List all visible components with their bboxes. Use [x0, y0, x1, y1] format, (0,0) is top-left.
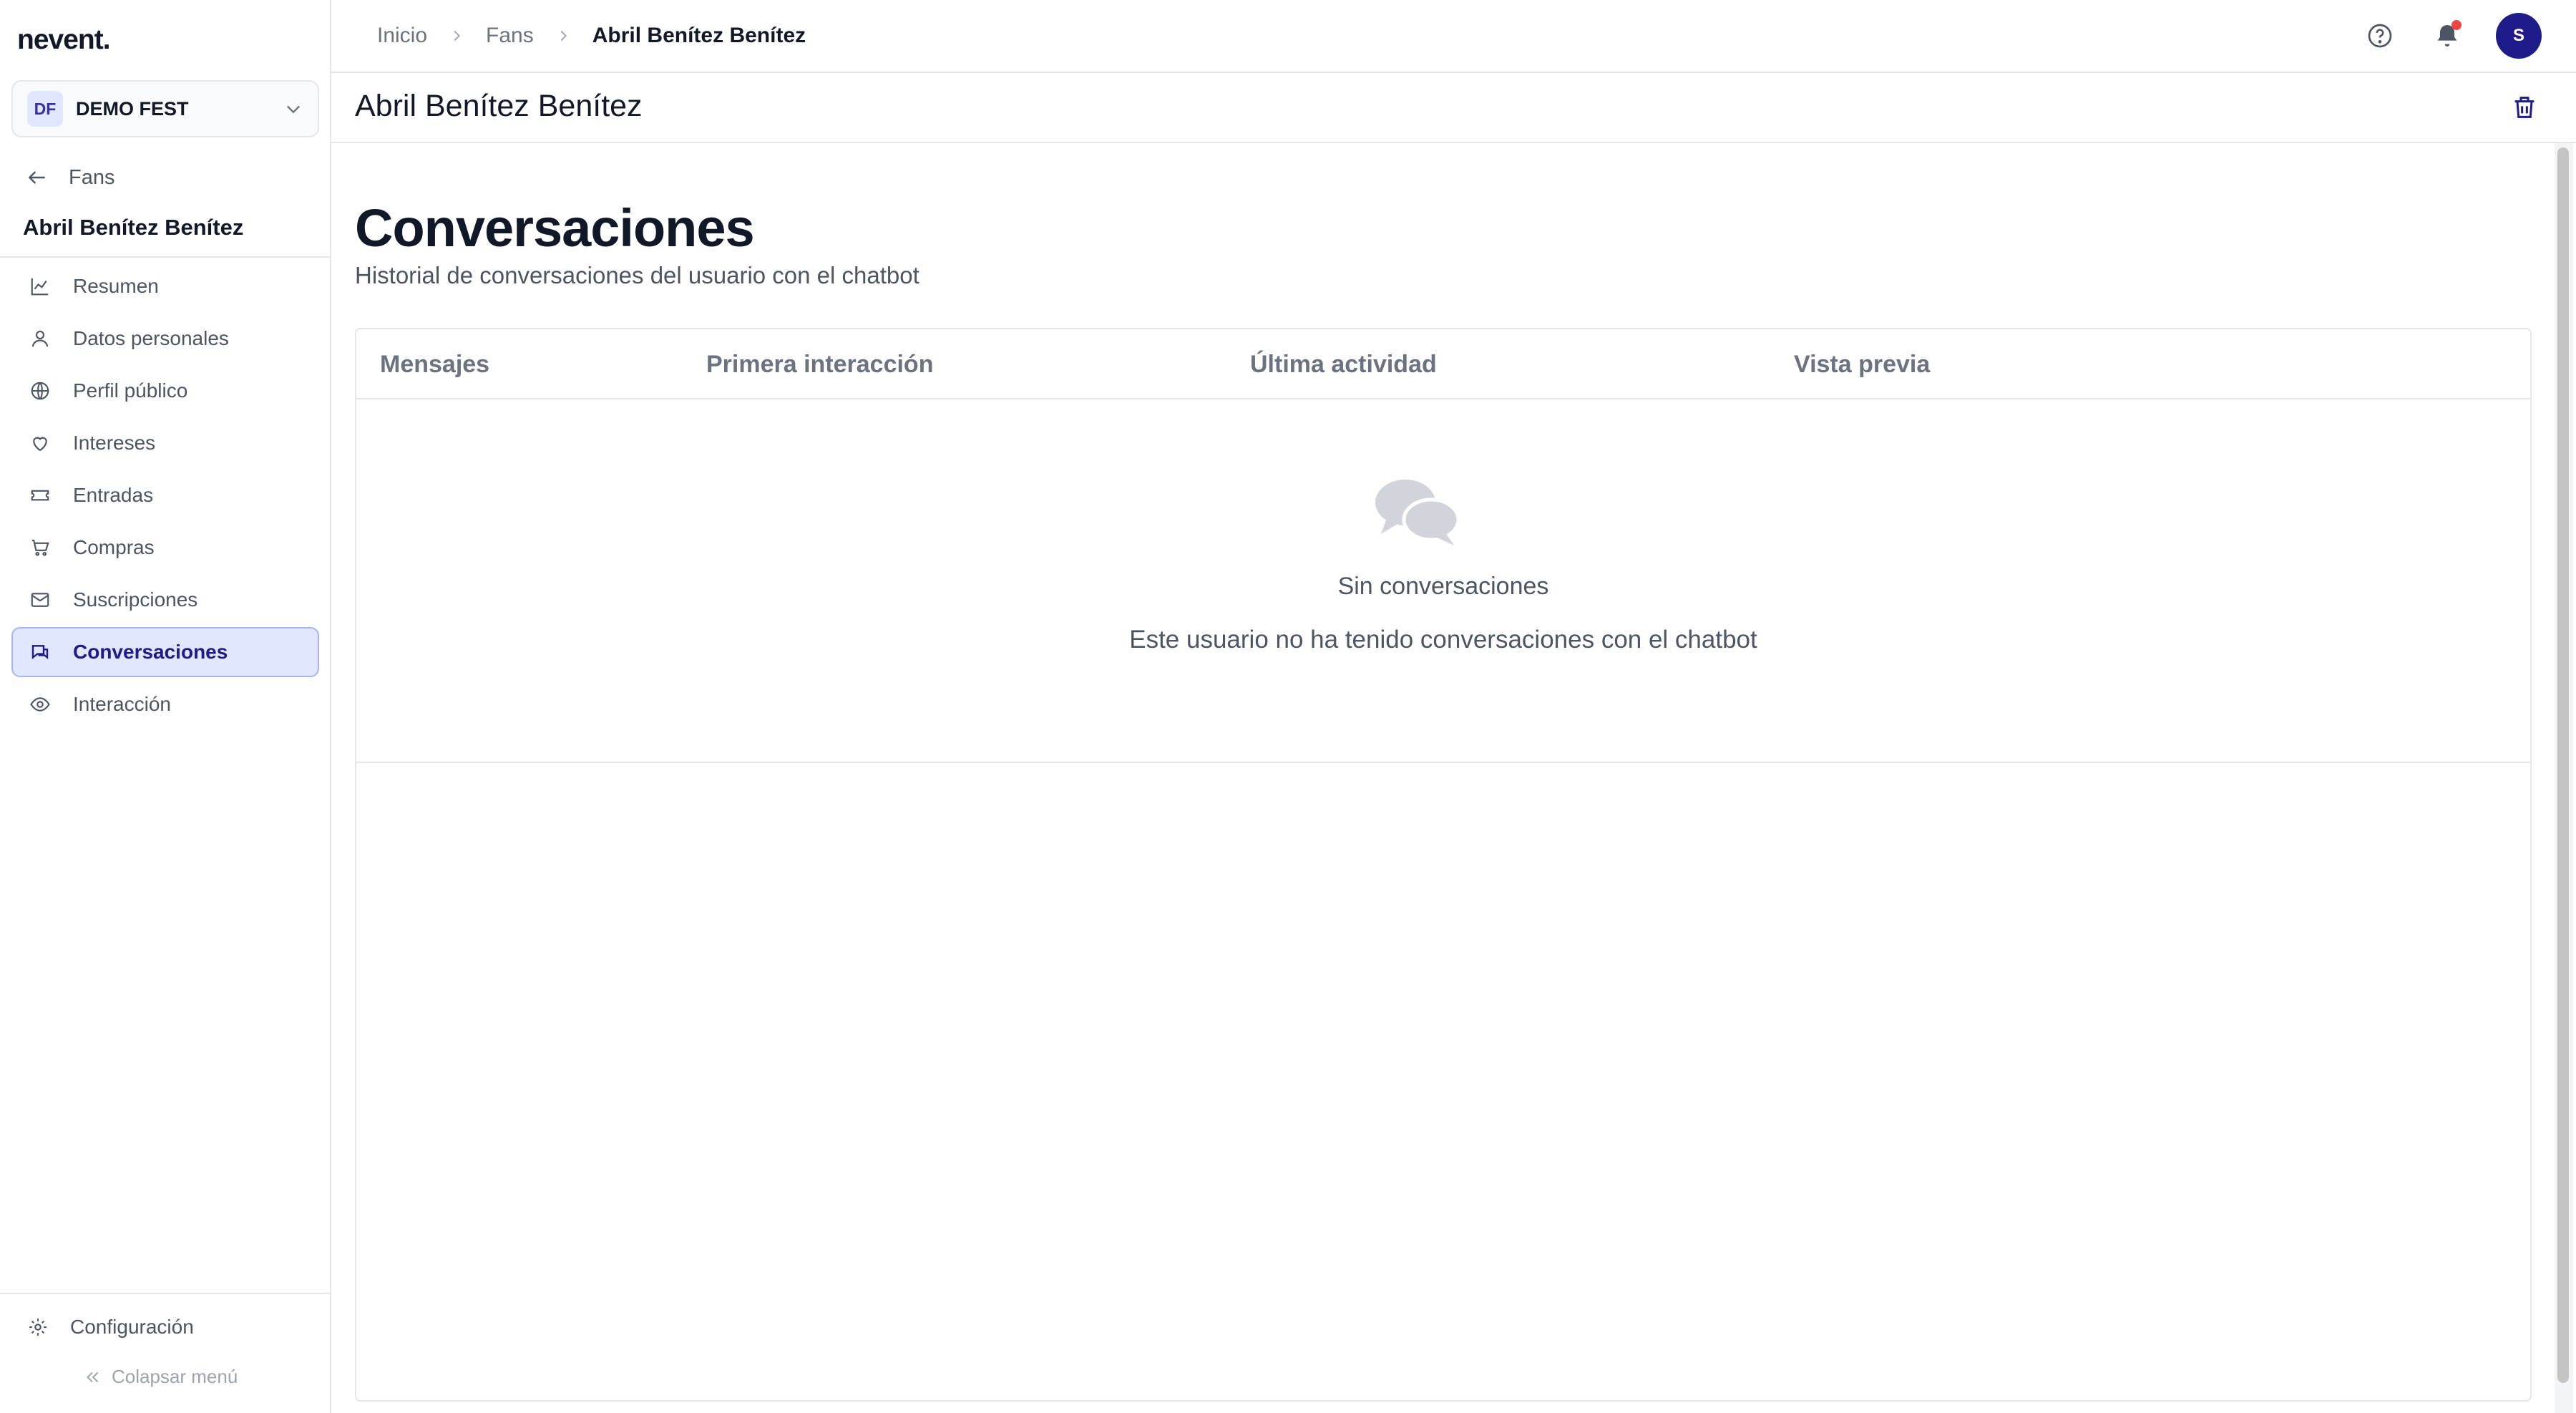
- user-avatar[interactable]: S: [2496, 13, 2542, 59]
- sidebar-item-interaccion[interactable]: Interacción: [11, 679, 319, 729]
- notification-badge: [2451, 20, 2462, 30]
- eye-icon: [29, 693, 52, 716]
- section-title: Conversaciones: [355, 198, 755, 258]
- sidebar-item-intereses[interactable]: Intereses: [11, 418, 319, 468]
- settings-label: Configuración: [70, 1316, 194, 1338]
- fan-nav: Resumen Datos personales Perfil público …: [11, 259, 319, 729]
- sidebar-item-label: Conversaciones: [73, 641, 228, 663]
- globe-icon: [29, 379, 52, 402]
- section-subtitle: Historial de conversaciones del usuario …: [355, 262, 919, 288]
- top-actions: S: [2366, 13, 2542, 59]
- sidebar-item-label: Perfil público: [73, 379, 188, 402]
- column-header-ultima-actividad[interactable]: Última actividad: [1250, 351, 1437, 379]
- sidebar-divider: [0, 256, 330, 258]
- ticket-icon: [29, 484, 52, 507]
- page-header: Abril Benítez Benítez: [331, 73, 2576, 143]
- sidebar-bottom-divider: [0, 1293, 330, 1294]
- column-header-vista-previa[interactable]: Vista previa: [1794, 351, 1930, 379]
- sidebar-item-conversaciones[interactable]: Conversaciones: [11, 627, 319, 677]
- back-to-fans-link[interactable]: Fans: [26, 163, 114, 192]
- sidebar-item-label: Suscripciones: [73, 588, 198, 611]
- sidebar-item-label: Compras: [73, 536, 155, 558]
- top-bar: Inicio Fans Abril Benítez Benítez S: [331, 0, 2576, 73]
- sidebar-item-label: Interacción: [73, 693, 171, 715]
- user-icon: [29, 327, 52, 350]
- sidebar-item-compras[interactable]: Compras: [11, 523, 319, 573]
- empty-state: Sin conversaciones Este usuario no ha te…: [356, 399, 2530, 763]
- chevrons-left-icon: [87, 1371, 99, 1382]
- back-link-label: Fans: [69, 165, 115, 189]
- fan-name: Abril Benítez Benítez: [23, 215, 244, 240]
- sidebar-item-entradas[interactable]: Entradas: [11, 470, 319, 520]
- app-logo[interactable]: nevent.: [17, 24, 111, 56]
- breadcrumb-inicio[interactable]: Inicio: [377, 24, 427, 48]
- column-header-primera-interaccion[interactable]: Primera interacción: [706, 351, 933, 379]
- settings-link[interactable]: Configuración: [27, 1316, 194, 1339]
- sidebar-item-label: Entradas: [73, 484, 154, 506]
- breadcrumb-current: Abril Benítez Benítez: [592, 24, 806, 47]
- org-name: DEMO FEST: [76, 97, 189, 120]
- org-initials-badge: DF: [27, 91, 63, 127]
- chat-icon: [29, 641, 52, 664]
- organization-selector[interactable]: DF DEMO FEST: [11, 80, 319, 137]
- sidebar-item-datos-personales[interactable]: Datos personales: [11, 314, 319, 364]
- page-title: Abril Benítez Benítez: [355, 89, 643, 123]
- trash-icon[interactable]: [2510, 93, 2539, 122]
- main-content: Conversaciones Historial de conversacion…: [331, 143, 2547, 1413]
- chat-bubbles-icon: [1375, 480, 1460, 545]
- heart-icon: [29, 432, 52, 455]
- scrollbar-thumb[interactable]: [2557, 147, 2569, 1383]
- gear-icon: [29, 1319, 47, 1336]
- table-header: Mensajes Primera interacción Última acti…: [356, 329, 2530, 399]
- sidebar-item-perfil-publico[interactable]: Perfil público: [11, 366, 319, 416]
- sidebar-item-resumen[interactable]: Resumen: [11, 261, 319, 311]
- chevron-right-icon: [552, 25, 574, 47]
- chart-line-icon: [29, 275, 52, 298]
- column-header-mensajes[interactable]: Mensajes: [380, 351, 489, 379]
- sidebar: nevent. DF DEMO FEST Fans Abril Benítez …: [0, 0, 331, 1413]
- breadcrumb-fans[interactable]: Fans: [486, 24, 534, 48]
- collapse-menu-button[interactable]: Colapsar menú: [83, 1366, 238, 1388]
- notifications-button[interactable]: [2433, 20, 2462, 50]
- mail-icon: [29, 588, 52, 611]
- empty-state-title: Sin conversaciones: [1337, 573, 1549, 600]
- sidebar-item-label: Resumen: [73, 275, 159, 297]
- conversations-table: Mensajes Primera interacción Última acti…: [355, 328, 2532, 1402]
- empty-state-text: Este usuario no ha tenido conversaciones…: [1129, 626, 1757, 654]
- arrow-left-icon: [28, 171, 45, 184]
- breadcrumb: Inicio Fans Abril Benítez Benítez: [377, 21, 806, 50]
- cart-icon: [29, 536, 52, 559]
- sidebar-item-suscripciones[interactable]: Suscripciones: [11, 575, 319, 625]
- collapse-menu-label: Colapsar menú: [112, 1366, 238, 1387]
- sidebar-item-label: Datos personales: [73, 327, 229, 349]
- help-icon[interactable]: [2366, 21, 2394, 50]
- chevron-right-icon: [446, 25, 467, 47]
- sidebar-item-label: Intereses: [73, 432, 156, 454]
- chevron-down-icon: [287, 105, 300, 114]
